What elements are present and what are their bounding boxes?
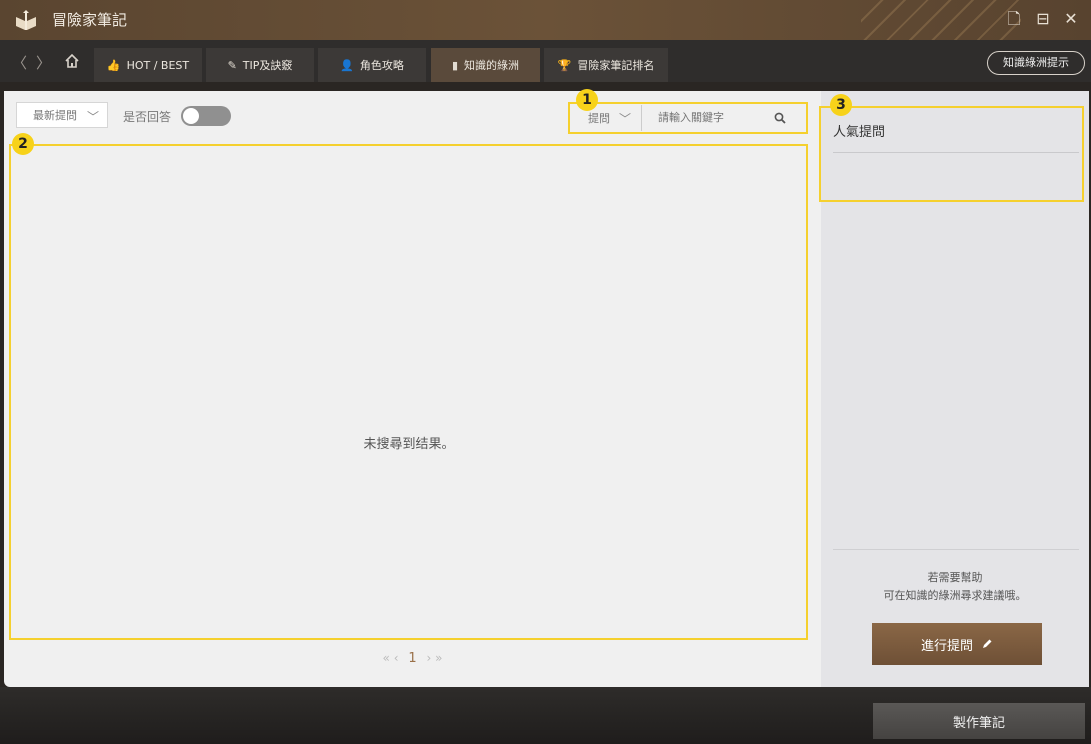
list-highlight-box: [9, 144, 808, 640]
make-note-button[interactable]: 製作筆記: [873, 703, 1085, 739]
knowledge-hint-button[interactable]: 知識綠洲提示: [987, 51, 1085, 75]
last-page-icon[interactable]: »: [435, 651, 442, 665]
answered-filter-label: 是否回答: [123, 110, 172, 124]
sort-select-value: 最新提問: [33, 109, 77, 122]
book-logo-icon: [16, 10, 36, 30]
tab-label: 知識的綠洲: [464, 59, 520, 72]
divider: [833, 549, 1079, 550]
restore-window-icon[interactable]: ⊟: [1033, 9, 1053, 29]
tab-ranking[interactable]: 🏆 冒險家筆記排名: [544, 48, 668, 82]
sort-select[interactable]: 最新提問 ﹀: [16, 102, 108, 128]
tab-label: 角色攻略: [359, 59, 404, 72]
annotation-badge-2: 2: [12, 133, 34, 155]
ask-question-label: 進行提問: [920, 638, 973, 654]
person-icon: 👤: [340, 58, 354, 72]
help-text-line1: 若需要幫助: [927, 571, 983, 584]
trophy-icon: 🏆: [557, 58, 572, 72]
popular-highlight-box: [819, 106, 1084, 202]
annotation-badge-3: 3: [830, 94, 852, 116]
new-page-icon[interactable]: 🗋: [1004, 9, 1024, 29]
toggle-knob: [183, 108, 199, 124]
book-icon: ▮: [451, 58, 459, 72]
first-page-icon[interactable]: «: [383, 651, 390, 665]
ask-question-button[interactable]: 進行提問: [872, 623, 1042, 665]
tab-label: TIP及訣竅: [242, 59, 293, 72]
pencil-icon: [983, 639, 992, 648]
annotation-badge-1: 1: [576, 89, 598, 111]
thumbs-up-icon: 👍: [106, 58, 121, 72]
answered-toggle[interactable]: [181, 106, 231, 126]
pagination: « ‹ 1 › »: [4, 651, 821, 666]
next-page-icon[interactable]: ›: [426, 651, 431, 665]
chevron-down-icon: ﹀: [86, 110, 99, 124]
tab-label: 冒險家筆記排名: [577, 59, 655, 72]
pencil-icon: ✎: [227, 58, 237, 72]
prev-page-icon[interactable]: ‹: [394, 651, 399, 665]
back-arrow-icon[interactable]: 〈: [12, 52, 27, 73]
help-text-line2: 可在知識的綠洲尋求建議哦。: [883, 589, 1027, 602]
home-icon[interactable]: [64, 53, 80, 69]
search-highlight-box: [568, 102, 808, 134]
tab-tips[interactable]: ✎ TIP及訣竅: [206, 48, 314, 82]
tab-hot-best[interactable]: 👍 HOT / BEST: [94, 48, 202, 82]
tab-label: HOT / BEST: [126, 58, 190, 72]
title-bar-decoration: [861, 0, 1021, 40]
close-window-icon[interactable]: ✕: [1061, 9, 1081, 29]
current-page[interactable]: 1: [408, 651, 416, 666]
title-bar: 冒險家筆記 🗋 ⊟ ✕: [0, 0, 1091, 40]
app-title: 冒險家筆記: [52, 11, 128, 29]
forward-arrow-icon[interactable]: 〉: [36, 52, 51, 73]
nav-bar: 〈 〉 👍 HOT / BEST ✎ TIP及訣竅 👤 角色攻略 ▮ 知識的綠洲…: [0, 40, 1091, 82]
tab-character-guide[interactable]: 👤 角色攻略: [318, 48, 426, 82]
tab-knowledge-oasis[interactable]: ▮ 知識的綠洲: [431, 48, 540, 82]
